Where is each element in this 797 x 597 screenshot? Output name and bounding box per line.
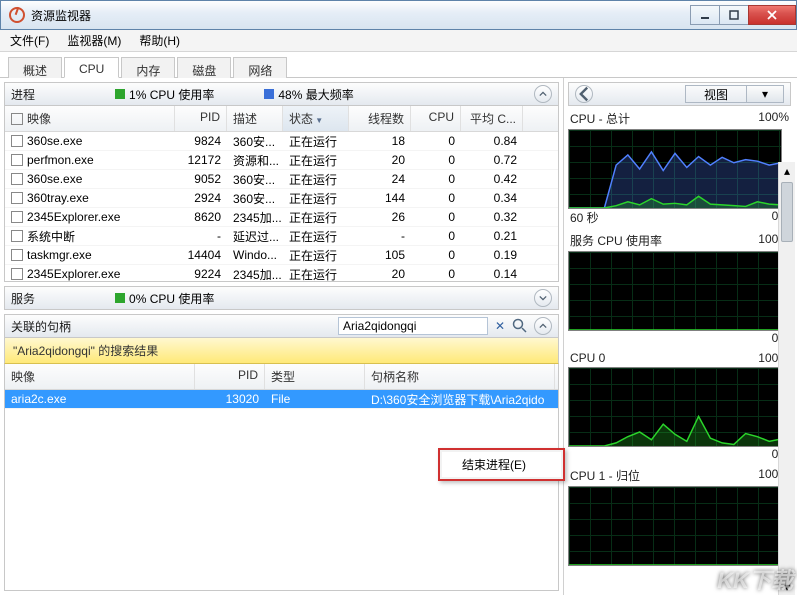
row-checkbox[interactable]: [11, 230, 23, 242]
cpu-graph: [568, 129, 782, 209]
graph-box: 服务 CPU 使用率100% 0%: [568, 232, 791, 345]
hcol-type[interactable]: 类型: [265, 364, 365, 389]
graph-title: 服务 CPU 使用率100%: [568, 232, 791, 251]
row-checkbox[interactable]: [11, 211, 23, 223]
collapse-icon[interactable]: [534, 85, 552, 103]
blue-square-icon: [264, 89, 274, 99]
col-pid[interactable]: PID: [175, 106, 227, 131]
tab-cpu[interactable]: CPU: [64, 57, 119, 78]
table-row[interactable]: 系统中断 - 延迟过... 正在运行 - 0 0.21: [5, 227, 558, 246]
processes-title: 进程: [11, 86, 35, 103]
row-checkbox[interactable]: [11, 135, 23, 147]
cpu-graph: [568, 486, 782, 566]
right-panel: 视图 ▾ CPU - 总计100% 60 秒0% 服务 CPU 使用率100% …: [564, 78, 795, 595]
col-avg[interactable]: 平均 C...: [461, 106, 523, 131]
graph-box: CPU - 总计100% 60 秒0%: [568, 110, 791, 226]
processes-thead: 映像 PID 描述 状态 线程数 CPU 平均 C...: [5, 106, 558, 132]
context-menu: 结束进程(E): [438, 448, 565, 481]
col-image[interactable]: 映像: [5, 106, 175, 131]
graph-footer: 0%: [568, 331, 791, 345]
graph-title: CPU - 总计100%: [568, 110, 791, 129]
graph-box: CPU 1 - 归位100%: [568, 467, 791, 566]
minimize-button[interactable]: [690, 5, 720, 25]
window-title: 资源监视器: [31, 7, 91, 24]
services-header[interactable]: 服务 0% CPU 使用率: [4, 286, 559, 310]
row-checkbox[interactable]: [11, 268, 23, 280]
graph-box: CPU 0100% 0%: [568, 351, 791, 461]
cpu-graph: [568, 367, 782, 447]
table-row[interactable]: perfmon.exe 12172 资源和... 正在运行 20 0 0.72: [5, 151, 558, 170]
tab-disk[interactable]: 磁盘: [177, 57, 231, 78]
handles-header[interactable]: 关联的句柄 ✕: [4, 314, 559, 338]
menu-help[interactable]: 帮助(H): [135, 30, 184, 51]
col-threads[interactable]: 线程数: [349, 106, 411, 131]
table-row[interactable]: 2345Explorer.exe 9224 2345加... 正在运行 20 0…: [5, 265, 558, 282]
tab-bar: 概述 CPU 内存 磁盘 网络: [0, 52, 797, 78]
table-row[interactable]: taskmgr.exe 14404 Windo... 正在运行 105 0 0.…: [5, 246, 558, 265]
max-freq-metric: 48% 最大频率: [264, 86, 353, 103]
clear-search-icon[interactable]: ✕: [492, 318, 508, 334]
scroll-thumb[interactable]: [781, 182, 793, 242]
left-panel: 进程 1% CPU 使用率 48% 最大频率 映像 PID 描述 状态 线程数: [0, 78, 564, 595]
graph-title: CPU 0100%: [568, 351, 791, 367]
search-icon[interactable]: [512, 318, 528, 334]
chevron-down-icon: ▾: [746, 86, 783, 102]
green-square-icon: [115, 89, 125, 99]
cpu-usage-metric: 1% CPU 使用率: [115, 86, 214, 103]
hcol-name[interactable]: 句柄名称: [365, 364, 555, 389]
table-row[interactable]: 2345Explorer.exe 8620 2345加... 正在运行 26 0…: [5, 208, 558, 227]
green-square-icon: [115, 293, 125, 303]
graph-title: CPU 1 - 归位100%: [568, 467, 791, 486]
menu-monitor[interactable]: 监视器(M): [63, 30, 125, 51]
close-button[interactable]: [748, 5, 796, 25]
table-row[interactable]: aria2c.exe 13020 File D:\360安全浏览器下载\Aria…: [5, 390, 558, 409]
col-status[interactable]: 状态: [283, 106, 349, 131]
window-controls: [691, 5, 796, 25]
processes-table: 映像 PID 描述 状态 线程数 CPU 平均 C... 360se.exe 9…: [4, 106, 559, 282]
col-desc[interactable]: 描述: [227, 106, 283, 131]
table-row[interactable]: 360tray.exe 2924 360安... 正在运行 144 0 0.34: [5, 189, 558, 208]
context-menu-end-process[interactable]: 结束进程(E): [442, 452, 561, 477]
tab-network[interactable]: 网络: [233, 57, 287, 78]
table-row[interactable]: 360se.exe 9052 360安... 正在运行 24 0 0.42: [5, 170, 558, 189]
graph-footer: 60 秒0%: [568, 209, 791, 226]
row-checkbox[interactable]: [11, 154, 23, 166]
menubar: 文件(F) 监视器(M) 帮助(H): [0, 30, 797, 52]
collapse-icon[interactable]: [534, 317, 552, 335]
row-checkbox[interactable]: [11, 249, 23, 261]
handles-title: 关联的句柄: [11, 318, 71, 335]
select-all-checkbox[interactable]: [11, 113, 23, 125]
graph-footer: 0%: [568, 447, 791, 461]
view-label: 视图: [686, 86, 746, 103]
search-input[interactable]: [338, 317, 488, 335]
search-results-bar: "Aria2qidongqi" 的搜索结果: [4, 338, 559, 364]
processes-header[interactable]: 进程 1% CPU 使用率 48% 最大频率: [4, 82, 559, 106]
processes-section: 进程 1% CPU 使用率 48% 最大频率 映像 PID 描述 状态 线程数: [4, 82, 559, 282]
tab-overview[interactable]: 概述: [8, 57, 62, 78]
app-icon: [9, 7, 25, 23]
titlebar: 资源监视器: [0, 0, 797, 30]
scroll-up-icon[interactable]: ▴: [779, 162, 795, 179]
row-checkbox[interactable]: [11, 192, 23, 204]
handles-thead: 映像 PID 类型 句柄名称: [5, 364, 558, 390]
handles-search-box: ✕: [338, 317, 528, 335]
row-checkbox[interactable]: [11, 173, 23, 185]
right-panel-header: 视图 ▾: [568, 82, 791, 106]
view-dropdown[interactable]: 视图 ▾: [685, 85, 784, 103]
services-title: 服务: [11, 290, 35, 307]
table-row[interactable]: 360se.exe 9824 360安... 正在运行 18 0 0.84: [5, 132, 558, 151]
maximize-button[interactable]: [719, 5, 749, 25]
menu-file[interactable]: 文件(F): [6, 30, 53, 51]
hcol-pid[interactable]: PID: [195, 364, 265, 389]
scrollbar-vertical[interactable]: ▴ ▾: [778, 162, 795, 595]
expand-icon[interactable]: [534, 289, 552, 307]
col-cpu[interactable]: CPU: [411, 106, 461, 131]
cpu-graph: [568, 251, 782, 331]
hcol-image[interactable]: 映像: [5, 364, 195, 389]
collapse-right-icon[interactable]: [575, 85, 593, 103]
services-cpu-metric: 0% CPU 使用率: [115, 290, 214, 307]
scroll-down-icon[interactable]: ▾: [779, 578, 795, 595]
tab-memory[interactable]: 内存: [121, 57, 175, 78]
